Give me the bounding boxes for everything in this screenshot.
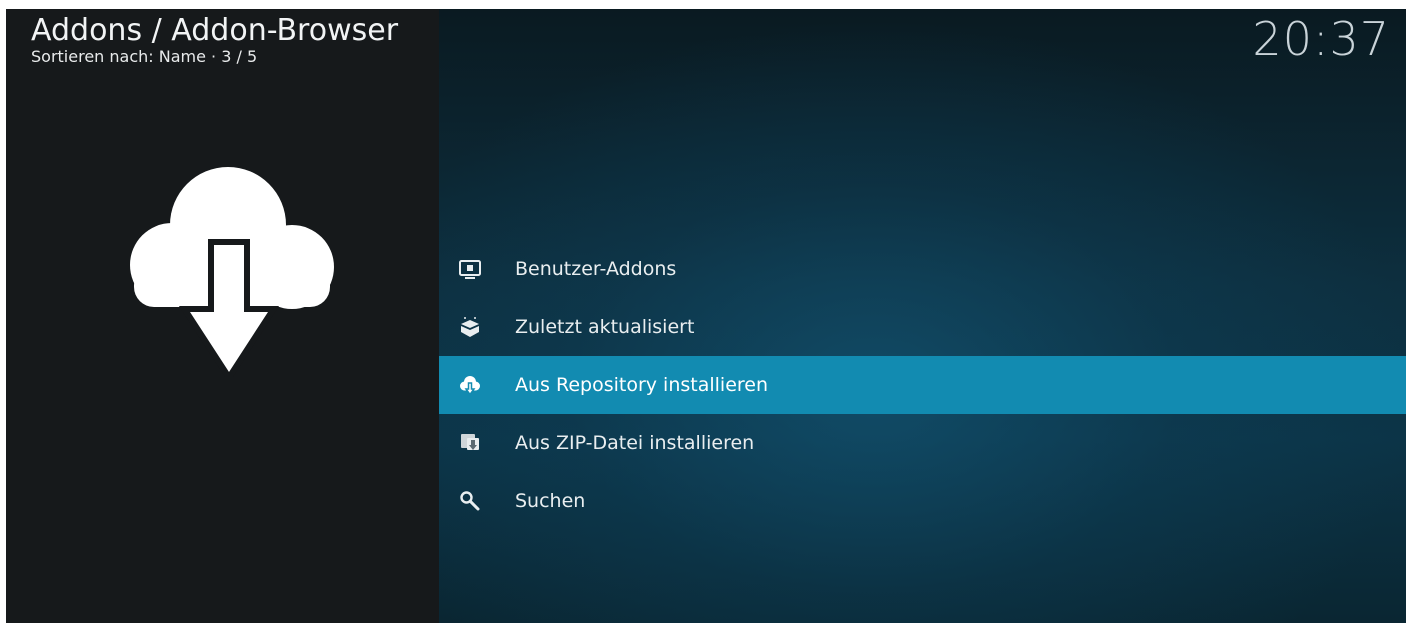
open-box-icon (461, 317, 479, 337)
monitor-box-icon (459, 260, 481, 279)
sort-info: Sortieren nach: Name · 3 / 5 (31, 47, 258, 66)
menu-item-label: Benutzer-Addons (515, 258, 677, 280)
menu-item-user-addons[interactable]: Benutzer-Addons (439, 240, 1406, 298)
addon-menu: Benutzer-Addons Zuletzt aktualisiert Aus… (439, 240, 1406, 530)
zip-install-icon (461, 434, 479, 450)
menu-item-install-from-repository[interactable]: Aus Repository installieren (439, 356, 1406, 414)
clock: 20:37 (1252, 12, 1390, 66)
menu-item-search[interactable]: Suchen (439, 472, 1406, 530)
menu-item-install-from-zip[interactable]: Aus ZIP-Datei installieren (439, 414, 1406, 472)
cloud-download-icon (130, 167, 334, 377)
menu-item-label: Aus Repository installieren (515, 374, 769, 396)
app-window: Addons / Addon-Browser Sortieren nach: N… (6, 9, 1406, 623)
menu-item-label: Suchen (515, 490, 586, 512)
cloud-download-icon (460, 376, 480, 396)
page-title: Addons / Addon-Browser (31, 13, 399, 48)
search-icon (460, 491, 480, 511)
menu-item-label: Aus ZIP-Datei installieren (515, 432, 755, 454)
menu-item-label: Zuletzt aktualisiert (515, 316, 695, 338)
preview-panel (6, 9, 439, 623)
menu-item-recently-updated[interactable]: Zuletzt aktualisiert (439, 298, 1406, 356)
